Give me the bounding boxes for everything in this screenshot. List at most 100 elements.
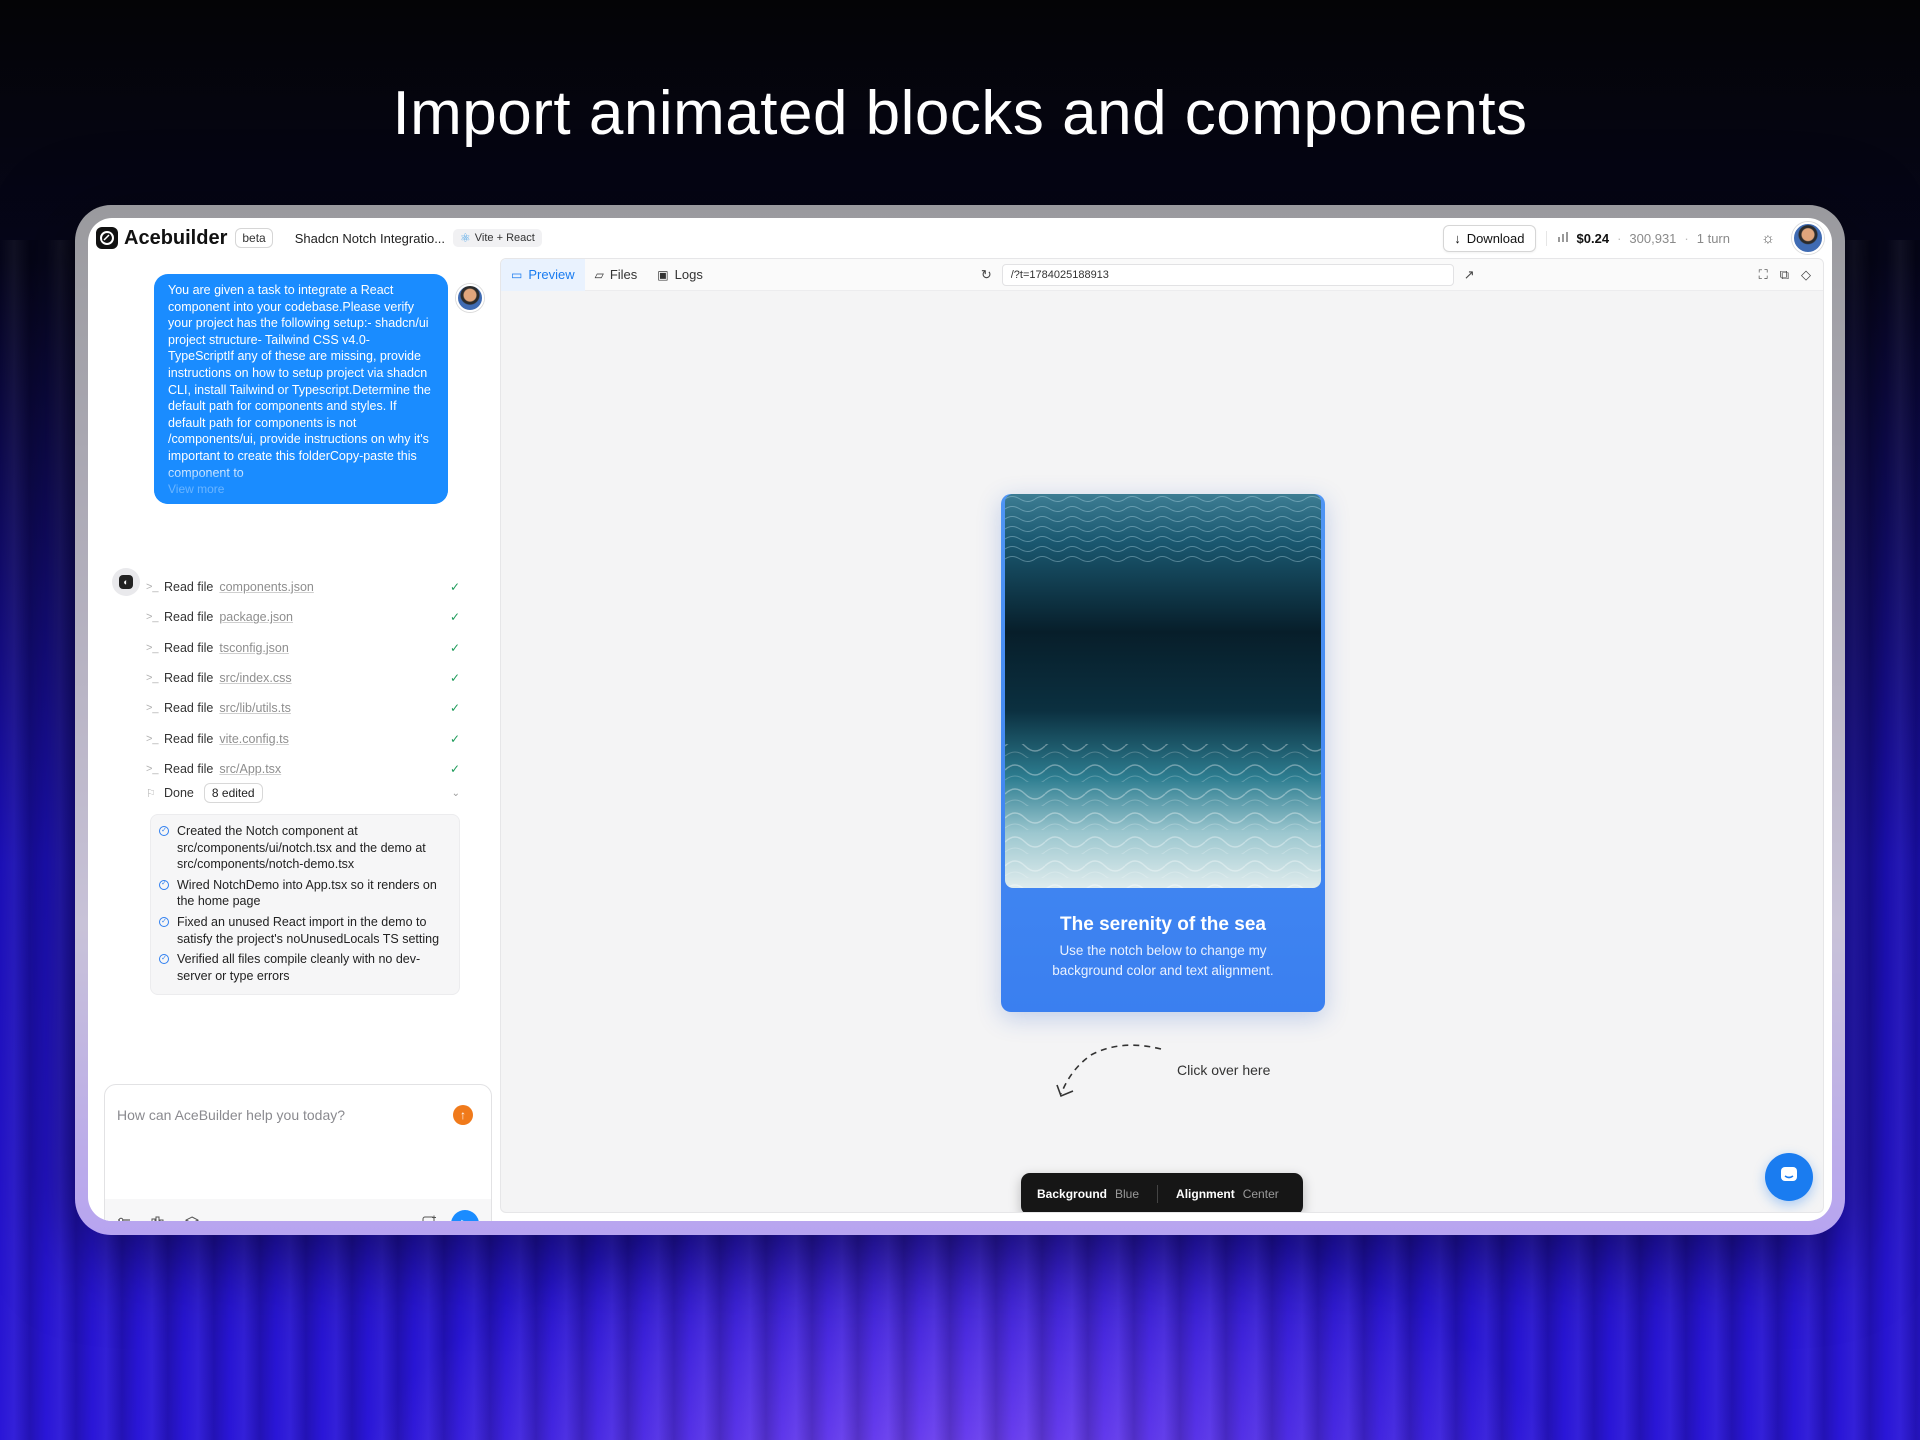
download-button[interactable]: ↓ Download <box>1443 224 1536 252</box>
summary-item: ✓ Verified all files compile cleanly wit… <box>159 951 451 984</box>
card-description: Use the notch below to change my backgro… <box>1052 943 1274 978</box>
tool-step[interactable]: >_ Read file vite.config.ts ✓ <box>146 723 460 753</box>
react-icon: ⚛ <box>460 231 471 245</box>
image-add-icon[interactable] <box>422 1215 437 1221</box>
url-input[interactable] <box>1001 263 1454 286</box>
composer-toolbar: ➤ <box>105 1199 491 1221</box>
stack-badge: ⚛ Vite + React <box>453 229 542 247</box>
arrow-up-icon[interactable]: ↑ <box>453 1105 473 1125</box>
check-icon: ✓ <box>449 761 460 776</box>
refresh-icon[interactable]: ↻ <box>981 267 992 283</box>
preview-toolbar: ▭ Preview ▱ Files ▣ Logs ↻ ↗ ⛶ ⧉ ◇ <box>501 259 1823 291</box>
tool-step[interactable]: >_ Read file components.json ✓ <box>146 572 460 602</box>
chat-user-avatar <box>456 284 484 312</box>
tab-logs[interactable]: ▣ Logs <box>647 259 713 291</box>
turn-count: 1 turn <box>1696 230 1730 246</box>
terminal-prompt-icon: >_ <box>146 762 159 775</box>
background-key[interactable]: Background <box>1037 1187 1107 1201</box>
step-file[interactable]: tsconfig.json <box>219 641 288 655</box>
library-icon[interactable] <box>151 1216 165 1221</box>
tool-steps-list: >_ Read file components.json ✓ >_ Read f… <box>146 572 460 784</box>
brand-name: Acebuilder <box>124 226 228 249</box>
done-row[interactable]: ⚐ Done 8 edited ⌄ <box>146 781 460 805</box>
summary-item: ✓ Created the Notch component at src/com… <box>159 823 451 873</box>
check-circle-icon: ✓ <box>159 954 169 965</box>
check-icon: ✓ <box>449 610 460 625</box>
card-title: The serenity of the sea <box>1060 914 1266 935</box>
download-label: Download <box>1466 230 1525 246</box>
screenshot-icon[interactable]: ⧉ <box>1780 267 1789 283</box>
project-name[interactable]: Shadcn Notch Integratio... <box>295 231 445 246</box>
summary-text: Verified all files compile cleanly with … <box>177 952 421 983</box>
sun-icon[interactable]: ☼ <box>1754 224 1782 252</box>
step-file[interactable]: src/App.tsx <box>219 762 281 776</box>
step-label: Read file <box>164 610 214 625</box>
check-icon: ✓ <box>449 640 460 655</box>
download-icon: ↓ <box>1454 230 1461 246</box>
check-icon: ✓ <box>449 580 460 595</box>
stack-label: Vite + React <box>474 232 535 244</box>
notch-control[interactable]: Background Blue Alignment Center <box>1021 1173 1303 1212</box>
alignment-value[interactable]: Center <box>1243 1187 1279 1201</box>
summary-box: ✓ Created the Notch component at src/com… <box>150 814 460 996</box>
background-value[interactable]: Blue <box>1115 1187 1139 1201</box>
step-file[interactable]: src/index.css <box>219 671 291 685</box>
step-file[interactable]: vite.config.ts <box>219 732 288 746</box>
tool-step[interactable]: >_ Read file tsconfig.json ✓ <box>146 633 460 663</box>
acebuilder-logo-icon <box>96 227 118 249</box>
step-label: Read file <box>164 640 214 655</box>
select-element-icon[interactable]: ◇ <box>1801 267 1811 283</box>
brand[interactable]: Acebuilder <box>96 227 227 250</box>
summary-text: Wired NotchDemo into App.tsx so it rende… <box>177 877 437 909</box>
tool-step[interactable]: >_ Read file src/lib/utils.ts ✓ <box>146 693 460 723</box>
check-circle-icon: ✓ <box>159 916 169 927</box>
chat-composer[interactable]: How can AceBuilder help you today? ↑ ➤ <box>104 1084 492 1221</box>
step-file[interactable]: package.json <box>219 610 293 624</box>
cube-icon[interactable] <box>185 1215 199 1221</box>
step-label: Read file <box>164 731 214 746</box>
user-message-text: You are given a task to integrate a Reac… <box>168 283 431 480</box>
terminal-prompt-icon: >_ <box>146 581 159 594</box>
alignment-key[interactable]: Alignment <box>1176 1187 1235 1201</box>
terminal-prompt-icon: >_ <box>146 672 159 685</box>
beta-badge: beta <box>235 228 273 248</box>
composer-actions: ➤ <box>422 1210 479 1221</box>
summary-item: ✓ Fixed an unused React import in the de… <box>159 914 451 947</box>
usage-stats[interactable]: $0.24 · 300,931 · 1 turn <box>1545 230 1730 246</box>
step-file[interactable]: components.json <box>219 580 314 594</box>
settings-sliders-icon[interactable] <box>117 1216 131 1221</box>
external-link-icon[interactable]: ↗ <box>1464 267 1475 283</box>
chat-support-button[interactable] <box>1765 1153 1813 1201</box>
step-label: Read file <box>164 701 214 716</box>
summary-text: Fixed an unused React import in the demo… <box>177 914 440 946</box>
tab-files[interactable]: ▱ Files <box>585 259 648 291</box>
user-avatar[interactable] <box>1792 222 1824 254</box>
app-screen: Acebuilder beta Shadcn Notch Integratio.… <box>88 218 1832 1221</box>
preview-panel: ▭ Preview ▱ Files ▣ Logs ↻ ↗ ⛶ ⧉ ◇ <box>500 258 1824 1213</box>
send-button[interactable]: ➤ <box>451 1210 479 1221</box>
terminal-prompt-icon: >_ <box>146 732 159 745</box>
terminal-icon: ▣ <box>657 267 669 282</box>
view-more-link[interactable]: View more <box>168 481 224 498</box>
tool-step[interactable]: >_ Read file package.json ✓ <box>146 602 460 632</box>
composer-input[interactable]: How can AceBuilder help you today? <box>117 1107 345 1123</box>
tool-step[interactable]: >_ Read file src/App.tsx ✓ <box>146 754 460 784</box>
tool-step[interactable]: >_ Read file src/index.css ✓ <box>146 663 460 693</box>
cost-value: $0.24 <box>1576 230 1610 246</box>
bar-chart-icon <box>1557 231 1569 246</box>
hero-title: Import animated blocks and components <box>392 79 1528 148</box>
step-file[interactable]: src/lib/utils.ts <box>219 701 291 715</box>
preview-actions: ⛶ ⧉ ◇ <box>1759 267 1823 283</box>
edited-badge[interactable]: 8 edited <box>203 783 263 803</box>
message-icon <box>1779 1165 1799 1190</box>
fullscreen-icon[interactable]: ⛶ <box>1759 267 1768 283</box>
user-message-bubble: You are given a task to integrate a Reac… <box>154 274 448 504</box>
summary-item: ✓ Wired NotchDemo into App.tsx so it ren… <box>159 877 451 910</box>
tab-preview[interactable]: ▭ Preview <box>501 259 585 291</box>
curved-arrow-icon <box>1056 1044 1162 1098</box>
chevron-down-icon[interactable]: ⌄ <box>452 788 460 799</box>
terminal-prompt-icon: >_ <box>146 702 159 715</box>
hint-text: Click over here <box>1177 1062 1271 1078</box>
monitor-icon: ▭ <box>511 267 523 282</box>
top-right-controls: ↓ Download $0.24 · 300,931 · 1 turn ☼ <box>1443 222 1824 254</box>
